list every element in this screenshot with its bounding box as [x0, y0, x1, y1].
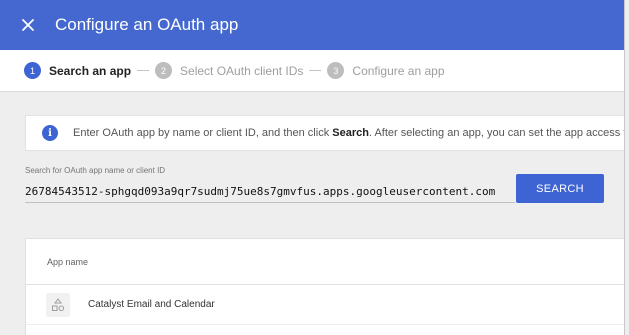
panel-border [624, 0, 625, 335]
step-search-an-app[interactable]: 1 Search an app [24, 62, 131, 79]
step-number: 1 [24, 62, 41, 79]
step-number: 3 [327, 62, 345, 79]
close-icon[interactable] [20, 17, 36, 33]
column-header-app-name: App name [47, 256, 89, 267]
table-header: App name [26, 239, 624, 285]
step-configure-an-app[interactable]: 3 Configure an app [327, 62, 445, 79]
step-select-oauth-client-ids[interactable]: 2 Select OAuth client IDs [155, 62, 303, 79]
table-row[interactable]: Catalyst Email and Calendar [26, 285, 624, 325]
info-text-bold: Search [332, 127, 369, 139]
results-table: App name Catalyst Email and Calendar [25, 238, 624, 335]
app-name: Catalyst Email and Calendar [88, 299, 215, 310]
step-label: Search an app [49, 63, 132, 78]
stepper: 1 Search an app 2 Select OAuth client ID… [0, 50, 624, 92]
search-field-label: Search for OAuth app name or client ID [25, 166, 166, 175]
step-number: 2 [155, 62, 173, 79]
step-separator [137, 70, 150, 71]
step-label: Select OAuth client IDs [180, 63, 304, 78]
dialog-title: Configure an OAuth app [55, 15, 239, 34]
step-separator [309, 70, 322, 71]
search-input[interactable]: 26784543512-sphgqd093a9qr7sudmj75ue8s7gm… [25, 181, 515, 203]
search-button[interactable]: SEARCH [516, 174, 604, 203]
info-text-part: Enter OAuth app by name or client ID, an… [73, 127, 333, 139]
info-text-part: . After selecting an app, you can set th… [368, 127, 624, 139]
dialog-header: Configure an OAuth app [0, 0, 624, 50]
info-icon: i [42, 125, 58, 141]
app-shapes-icon [46, 292, 70, 317]
step-label: Configure an app [352, 63, 445, 78]
info-text: Enter OAuth app by name or client ID, an… [73, 127, 624, 139]
info-banner: i Enter OAuth app by name or client ID, … [25, 115, 624, 151]
